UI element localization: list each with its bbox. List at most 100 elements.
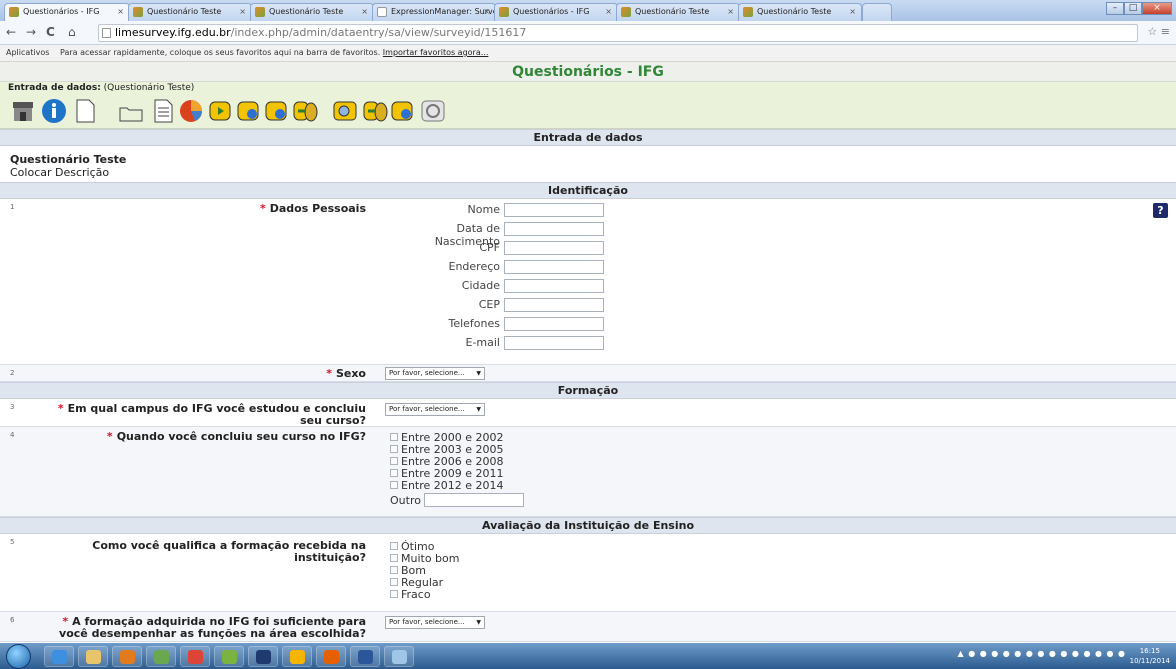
app-icon <box>256 650 271 664</box>
question-row: 3 * Em qual campus do IFG você estudou e … <box>0 399 1176 427</box>
folder-open-icon[interactable] <box>118 98 144 124</box>
app-icon <box>392 650 407 664</box>
cpf-input[interactable] <box>504 241 604 255</box>
email-input[interactable] <box>504 336 604 350</box>
cep-input[interactable] <box>504 298 604 312</box>
birthdate-input[interactable] <box>504 222 604 236</box>
close-tab-icon[interactable]: × <box>361 4 368 20</box>
document-icon[interactable] <box>150 98 176 124</box>
maximize-icon[interactable]: □ <box>1124 2 1142 15</box>
start-button[interactable] <box>6 644 31 669</box>
close-tab-icon[interactable]: × <box>727 4 734 20</box>
address-bar: ← → C ⌂ limesurvey.ifg.edu.br/index.php/… <box>0 21 1176 45</box>
question-number: 5 <box>10 538 15 546</box>
checkbox-icon[interactable] <box>390 590 398 598</box>
checkbox-icon[interactable] <box>390 469 398 477</box>
home-icon[interactable]: ⌂ <box>68 25 76 39</box>
question-number: 2 <box>10 369 15 377</box>
app-taskbar-button[interactable] <box>248 646 278 667</box>
import-bookmarks-link[interactable]: Importar favoritos agora... <box>383 48 489 57</box>
export-icon[interactable] <box>390 98 416 124</box>
app-taskbar-button[interactable] <box>384 646 414 667</box>
star-icon[interactable]: ☆ ≡ <box>1147 25 1170 38</box>
browser-tab[interactable]: ExpressionManager: Surve × <box>372 3 496 21</box>
question-row: 2 * Sexo Por favor, selecione... ▼ <box>0 365 1176 382</box>
field-row: Telefones <box>0 317 604 335</box>
checkbox-icon[interactable] <box>390 554 398 562</box>
firefox-icon <box>324 650 339 664</box>
info-icon[interactable] <box>41 98 67 124</box>
close-tab-icon[interactable]: × <box>483 4 490 20</box>
chrome-taskbar-button[interactable] <box>180 646 210 667</box>
question-row: 4 * Quando você concluiu seu curso no IFG… <box>0 427 1176 517</box>
reload-icon[interactable]: C <box>46 25 55 39</box>
checkbox-icon[interactable] <box>390 578 398 586</box>
import-icon[interactable] <box>292 98 318 124</box>
dropdown-arrow-icon: ▼ <box>476 370 481 377</box>
browser-tab[interactable]: Questionários - IFG × <box>4 3 130 21</box>
pie-chart-icon[interactable] <box>178 98 204 124</box>
sufficiency-select[interactable]: Por favor, selecione... ▼ <box>385 616 485 629</box>
checkbox-icon[interactable] <box>390 542 398 550</box>
close-tab-icon[interactable]: × <box>239 4 246 20</box>
minimize-icon[interactable]: – <box>1106 2 1124 15</box>
back-icon[interactable]: ← <box>6 25 16 39</box>
name-input[interactable] <box>504 203 604 217</box>
explorer-taskbar-button[interactable] <box>78 646 108 667</box>
checkbox-option[interactable]: Fraco <box>390 589 431 601</box>
browser-tab[interactable]: Questionário Teste × <box>738 3 862 21</box>
media-taskbar-button[interactable] <box>112 646 142 667</box>
favicon-icon <box>743 7 753 17</box>
blank-page-icon[interactable] <box>72 98 98 124</box>
export-icon[interactable] <box>208 98 234 124</box>
forward-icon[interactable]: → <box>26 25 36 39</box>
export-icon[interactable] <box>264 98 290 124</box>
checkbox-icon[interactable] <box>390 445 398 453</box>
browser-tab[interactable]: Questionário Teste × <box>250 3 374 21</box>
word-taskbar-button[interactable] <box>350 646 380 667</box>
apps-shortcut[interactable]: Aplicativos <box>6 48 49 57</box>
browser-tab[interactable]: Questionário Teste × <box>128 3 252 21</box>
url-input[interactable]: limesurvey.ifg.edu.br/index.php/admin/da… <box>98 24 1138 42</box>
close-window-icon[interactable]: × <box>1142 2 1172 15</box>
view-icon[interactable] <box>332 98 358 124</box>
close-tab-icon[interactable]: × <box>605 4 612 20</box>
bookmarks-bar: Aplicativos Para acessar rapidamente, co… <box>0 45 1176 62</box>
phones-input[interactable] <box>504 317 604 331</box>
home-icon[interactable] <box>10 98 36 124</box>
refresh-icon[interactable] <box>420 98 446 124</box>
app-taskbar-button[interactable] <box>146 646 176 667</box>
browser-tab[interactable]: Questionário Teste × <box>616 3 740 21</box>
new-tab-button[interactable] <box>862 3 892 21</box>
checkbox-icon[interactable] <box>390 566 398 574</box>
app-taskbar-button[interactable] <box>214 646 244 667</box>
other-input[interactable] <box>424 493 524 507</box>
export-icon[interactable] <box>236 98 262 124</box>
sex-select[interactable]: Por favor, selecione... ▼ <box>385 367 485 380</box>
clock[interactable]: 16:15 10/11/2014 <box>1130 646 1170 666</box>
checkbox-option[interactable]: Entre 2012 e 2014 <box>390 480 504 492</box>
question-text: * A formação adquirida no IFG foi suficie… <box>59 615 366 640</box>
chrome-icon <box>188 650 203 664</box>
checkbox-icon[interactable] <box>390 457 398 465</box>
campus-select[interactable]: Por favor, selecione... ▼ <box>385 403 485 416</box>
ie-taskbar-button[interactable] <box>44 646 74 667</box>
checkbox-icon[interactable] <box>390 481 398 489</box>
import-icon[interactable] <box>362 98 388 124</box>
address-input[interactable] <box>504 260 604 274</box>
checkbox-icon[interactable] <box>390 433 398 441</box>
help-icon[interactable]: ? <box>1153 203 1168 218</box>
question-text: * Quando você concluiu seu curso no IFG? <box>106 430 366 443</box>
firefox-taskbar-button[interactable] <box>316 646 346 667</box>
app-icon <box>154 650 169 664</box>
chrome-taskbar-button[interactable] <box>282 646 312 667</box>
browser-tab[interactable]: Questionários - IFG × <box>494 3 618 21</box>
system-tray: ▲ ● ● ● ● ● ● ● ● ● ● ● ● ● ● <box>957 649 1126 658</box>
browser-tab-bar: Questionários - IFG × Questionário Teste ×… <box>0 0 1176 21</box>
internet-explorer-icon <box>52 650 67 664</box>
app-icon <box>222 650 237 664</box>
close-tab-icon[interactable]: × <box>849 4 856 20</box>
close-tab-icon[interactable]: × <box>117 4 124 20</box>
page-icon <box>102 28 111 38</box>
city-input[interactable] <box>504 279 604 293</box>
